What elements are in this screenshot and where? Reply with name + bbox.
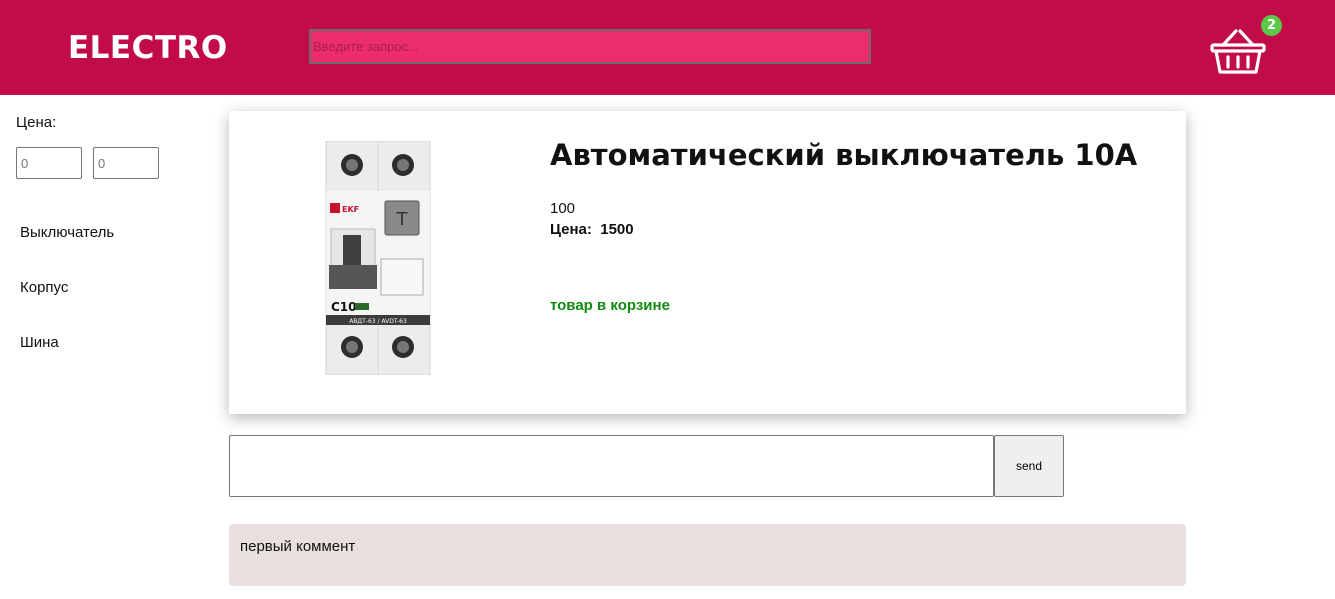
comment-text: первый коммент <box>240 538 356 555</box>
cart-button[interactable] <box>1210 28 1266 76</box>
category-item-enclosure[interactable]: Корпус <box>20 279 68 296</box>
svg-text:C10: C10 <box>331 300 357 314</box>
svg-text:АВДТ-63 / AVDT-63: АВДТ-63 / AVDT-63 <box>349 318 407 325</box>
price-value: 1500 <box>600 221 634 238</box>
price-filter-label: Цена: <box>16 114 57 131</box>
price-label: Цена: <box>550 221 592 238</box>
product-quantity: 100 <box>550 200 576 217</box>
basket-icon <box>1210 29 1266 74</box>
comment-item: первый коммент <box>229 524 1186 586</box>
in-cart-status: товар в корзине <box>550 297 670 314</box>
min-price-input[interactable] <box>16 147 82 179</box>
max-price-input[interactable] <box>93 147 159 179</box>
header-bar: ELECTRO 2 <box>0 0 1335 95</box>
cart-count-badge: 2 <box>1261 15 1282 36</box>
product-image: EKF T C10 АВДТ-63 / AVDT-63 <box>325 141 431 375</box>
category-item-busbar[interactable]: Шина <box>20 334 59 351</box>
site-logo[interactable]: ELECTRO <box>68 30 228 66</box>
category-item-switch[interactable]: Выключатель <box>20 224 114 241</box>
comment-input[interactable] <box>229 435 994 497</box>
send-button[interactable]: send <box>994 435 1064 497</box>
product-price: Цена: 1500 <box>550 221 634 238</box>
search-input[interactable] <box>309 29 871 64</box>
product-title: Автоматический выключатель 10А <box>550 138 1138 172</box>
svg-text:EKF: EKF <box>342 205 359 214</box>
product-card: EKF T C10 АВДТ-63 / AVDT-63 Автоматическ… <box>229 111 1186 414</box>
svg-text:T: T <box>396 209 409 230</box>
